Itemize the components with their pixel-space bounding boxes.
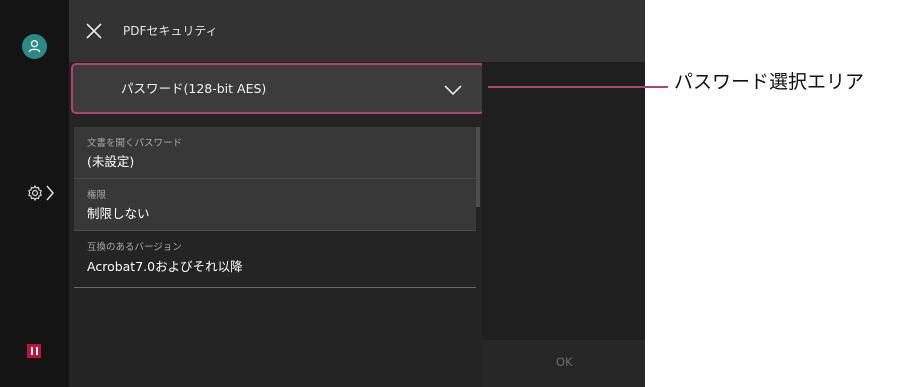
settings-list: 文書を開くパスワード (未設定) 権限 制限しない 互換のあるバージョン Acr…: [74, 127, 476, 288]
compatibility-row[interactable]: 互換のあるバージョン Acrobat7.0およびそれ以降: [74, 231, 476, 288]
row-label: 文書を開くパスワード: [87, 138, 183, 149]
callout-line: [488, 86, 668, 88]
pause-icon: [30, 347, 33, 355]
header: PDFセキュリティ: [69, 0, 645, 62]
main-panel: PDFセキュリティ パスワード(128-bit AES) 文書を開くパスワード …: [69, 0, 645, 387]
ok-area: OK: [482, 340, 645, 387]
password-type-dropdown[interactable]: パスワード(128-bit AES): [71, 63, 485, 114]
dropdown-selected-value: パスワード(128-bit AES): [121, 81, 267, 96]
user-avatar[interactable]: [22, 34, 47, 59]
callout-label: パスワード選択エリア: [674, 71, 865, 93]
page-title: PDFセキュリティ: [123, 24, 218, 38]
chevron-right-icon: [46, 185, 54, 201]
row-value: (未設定): [87, 154, 135, 169]
right-panel: [482, 62, 645, 387]
row-label: 権限: [87, 190, 107, 201]
chevron-down-icon: [444, 85, 462, 96]
close-icon[interactable]: [84, 21, 104, 41]
gear-icon: [28, 185, 42, 201]
row-label: 互換のあるバージョン: [87, 242, 182, 253]
scrollbar[interactable]: [476, 127, 480, 207]
user-icon: [28, 40, 41, 53]
row-value: Acrobat7.0およびそれ以降: [87, 259, 243, 274]
sidebar: [0, 0, 69, 387]
settings-shortcut[interactable]: [26, 184, 54, 202]
row-value: 制限しない: [87, 206, 150, 221]
ok-button[interactable]: OK: [556, 355, 573, 369]
pause-button[interactable]: [27, 344, 41, 358]
open-password-row[interactable]: 文書を開くパスワード (未設定): [74, 127, 476, 179]
permissions-row[interactable]: 権限 制限しない: [74, 179, 476, 231]
